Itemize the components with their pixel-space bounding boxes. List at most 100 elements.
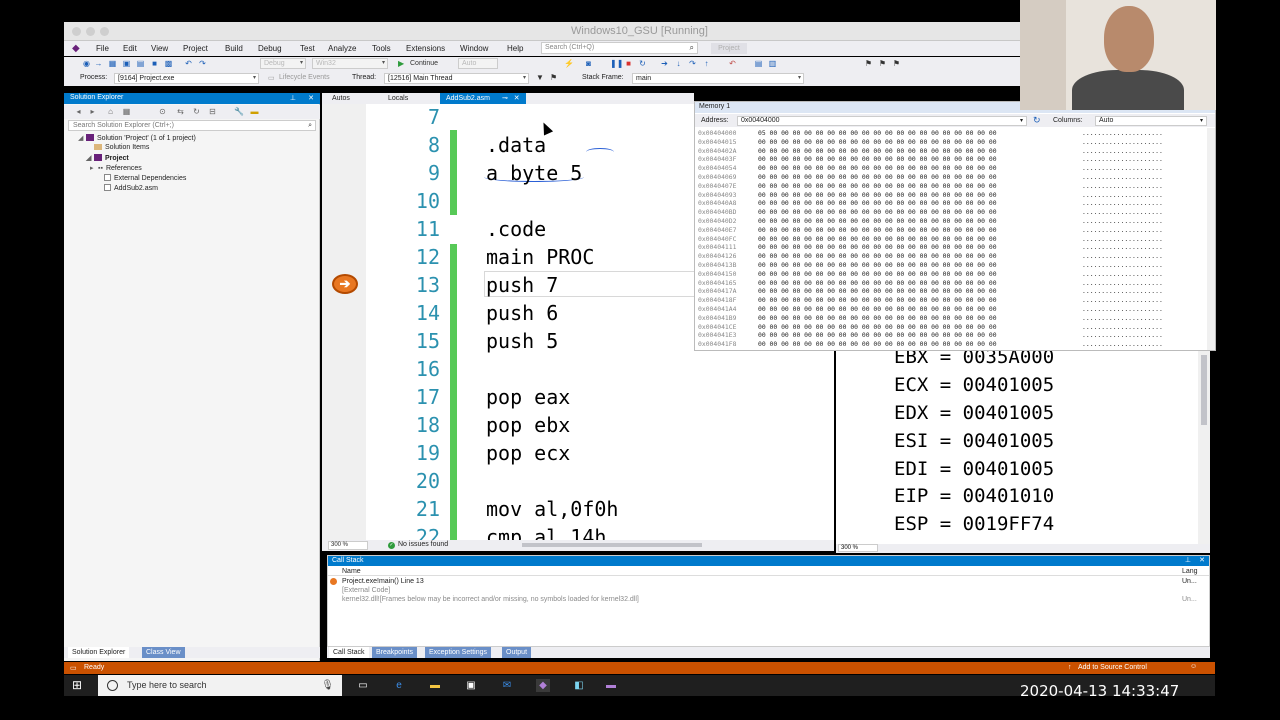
sync-icon[interactable]: ⇆ — [176, 107, 185, 116]
code-line[interactable]: 20 — [366, 467, 834, 495]
tree-solution-items[interactable]: Solution Items — [94, 144, 149, 151]
tab-exception-settings[interactable]: Exception Settings — [425, 647, 491, 658]
code-line[interactable]: 21 mov al,0f0h — [366, 495, 834, 523]
column-lang[interactable]: Lang — [1182, 568, 1198, 575]
terminal-icon[interactable]: ▬ — [604, 679, 618, 692]
menu-file[interactable]: File — [96, 44, 109, 53]
issues-indicator[interactable]: ✓ No issues found — [388, 541, 448, 549]
taskbar-search-input[interactable]: Type here to search 🎙 — [98, 675, 342, 696]
tab-solution-explorer[interactable]: Solution Explorer — [68, 647, 130, 658]
thread-dropdown[interactable]: [12516] Main Thread ▾ — [384, 73, 529, 84]
flag-icon[interactable]: ⚑ — [550, 73, 557, 82]
scroll-thumb[interactable] — [1201, 355, 1207, 425]
pin-icon[interactable]: ⊥ — [290, 94, 296, 102]
tab-output[interactable]: Output — [502, 647, 532, 658]
tab-autos[interactable]: Autos — [326, 93, 356, 104]
properties-icon[interactable]: 🔧 — [234, 107, 244, 116]
menu-build[interactable]: Build — [225, 44, 243, 53]
memory-scrollbar[interactable] — [1207, 128, 1215, 350]
forward-icon[interactable]: → — [94, 59, 103, 68]
expand-icon[interactable]: ◢ — [86, 154, 94, 162]
stop-icon[interactable]: ■ — [624, 59, 633, 68]
close-tab-icon[interactable]: ✕ — [514, 95, 520, 102]
uncomment-icon[interactable]: ▥ — [768, 59, 777, 68]
platform-dropdown[interactable]: Win32 ▾ — [312, 58, 388, 69]
registers-scrollbar[interactable] — [1198, 350, 1210, 544]
menu-view[interactable]: View — [151, 44, 168, 53]
call-stack-row[interactable]: kernel32.dll![Frames below may be incorr… — [328, 595, 1209, 604]
tab-locals[interactable]: Locals — [382, 93, 414, 104]
stack-frame-dropdown[interactable]: main ▾ — [632, 73, 804, 84]
hot-reload-icon[interactable]: ⚡ — [564, 59, 574, 68]
app-icon[interactable]: ◧ — [572, 679, 586, 692]
memory-address-input[interactable]: 0x00404000 ▾ — [737, 116, 1027, 126]
continue-button[interactable]: Continue — [410, 60, 438, 67]
indicator-margin[interactable] — [322, 104, 366, 540]
back-icon[interactable]: ◉ — [82, 59, 91, 68]
menu-window[interactable]: Window — [460, 44, 488, 53]
tree-solution[interactable]: ◢ Solution 'Project' (1 of 1 project) — [78, 134, 196, 142]
code-line[interactable]: 19 pop ecx — [366, 439, 834, 467]
preview-icon[interactable]: ▬ — [250, 107, 259, 116]
code-line[interactable]: 17 pop eax — [366, 383, 834, 411]
refresh-icon[interactable]: ↻ — [1033, 115, 1041, 126]
notifications-icon[interactable]: ☺ — [1190, 663, 1197, 670]
menu-tools[interactable]: Tools — [372, 44, 391, 53]
restart-icon[interactable]: ↻ — [638, 59, 647, 68]
tree-file-addsub2[interactable]: AddSub2.asm — [104, 184, 158, 192]
show-next-statement-icon[interactable]: ➔ — [660, 59, 669, 68]
menu-edit[interactable]: Edit — [123, 44, 137, 53]
mail-icon[interactable]: ✉ — [500, 679, 514, 692]
code-line[interactable]: 22 cmp al,14h — [366, 523, 834, 540]
refresh-icon[interactable]: ↻ — [192, 107, 201, 116]
step-over-icon[interactable]: ↷ — [688, 59, 697, 68]
code-line[interactable]: 18 pop ebx — [366, 411, 834, 439]
visual-studio-icon[interactable]: ◆ — [536, 679, 550, 692]
windows-start-icon[interactable]: ⊞ — [72, 679, 82, 692]
forward-icon[interactable]: ▸ — [88, 107, 97, 116]
back-icon[interactable]: ◂ — [74, 107, 83, 116]
memory-columns-dropdown[interactable]: Auto ▾ — [1095, 116, 1207, 126]
tab-breakpoints[interactable]: Breakpoints — [372, 647, 417, 658]
quick-search-input[interactable]: Search (Ctrl+Q) ⌕ — [541, 42, 698, 54]
filter-icon[interactable]: ▼ — [536, 73, 544, 82]
step-into-icon[interactable]: ↓ — [674, 59, 683, 68]
hex-display-icon[interactable]: ↶ — [728, 59, 737, 68]
next-bookmark-icon[interactable]: ⚑ — [892, 59, 901, 68]
tab-call-stack[interactable]: Call Stack — [329, 647, 369, 658]
save-icon[interactable]: ■ — [150, 59, 159, 68]
open-icon[interactable]: ▤ — [136, 59, 145, 68]
menu-help[interactable]: Help — [507, 44, 523, 53]
tree-external-deps[interactable]: External Dependencies — [104, 174, 186, 182]
add-to-source-control-button[interactable]: Add to Source Control — [1078, 664, 1147, 671]
tree-references[interactable]: ▸ ▪▪ References — [90, 164, 142, 172]
code-line[interactable]: 16 — [366, 355, 834, 383]
process-dropdown[interactable]: [9164] Project.exe ▾ — [114, 73, 259, 84]
microphone-icon[interactable]: 🎙 — [321, 675, 334, 696]
home-icon[interactable]: ⌂ — [106, 107, 115, 116]
menu-project[interactable]: Project — [183, 44, 208, 53]
column-name[interactable]: Name — [342, 568, 361, 575]
switch-views-icon[interactable]: ▦ — [122, 107, 131, 116]
comment-icon[interactable]: ▤ — [754, 59, 763, 68]
menu-extensions[interactable]: Extensions — [406, 44, 445, 53]
tab-addsub2-asm[interactable]: AddSub2.asm ⊸ ✕ — [440, 93, 526, 104]
menu-debug[interactable]: Debug — [258, 44, 282, 53]
undo-icon[interactable]: ↶ — [184, 59, 193, 68]
tab-class-view[interactable]: Class View — [142, 647, 185, 658]
edge-icon[interactable]: e — [392, 679, 406, 692]
continue-icon[interactable]: ▶ — [398, 59, 404, 68]
close-icon[interactable]: ✕ — [308, 94, 314, 102]
redo-icon[interactable]: ↷ — [198, 59, 207, 68]
registers-zoom[interactable]: 300 % — [838, 544, 878, 552]
new-file-icon[interactable]: ▣ — [122, 59, 131, 68]
collapse-all-icon[interactable]: ⊟ — [208, 107, 217, 116]
menu-test[interactable]: Test — [300, 44, 315, 53]
prev-bookmark-icon[interactable]: ⚑ — [878, 59, 887, 68]
file-explorer-icon[interactable]: ▬ — [428, 679, 442, 692]
lifecycle-icon[interactable]: ▭ — [268, 74, 275, 82]
registers-window[interactable]: EBX = 0035A000 ECX = 00401005 EDX = 0040… — [836, 350, 1198, 544]
call-stack-row[interactable]: [External Code] — [328, 586, 1209, 595]
zoom-dropdown[interactable]: 300 % — [328, 541, 368, 550]
close-icon[interactable]: ✕ — [1199, 556, 1205, 566]
